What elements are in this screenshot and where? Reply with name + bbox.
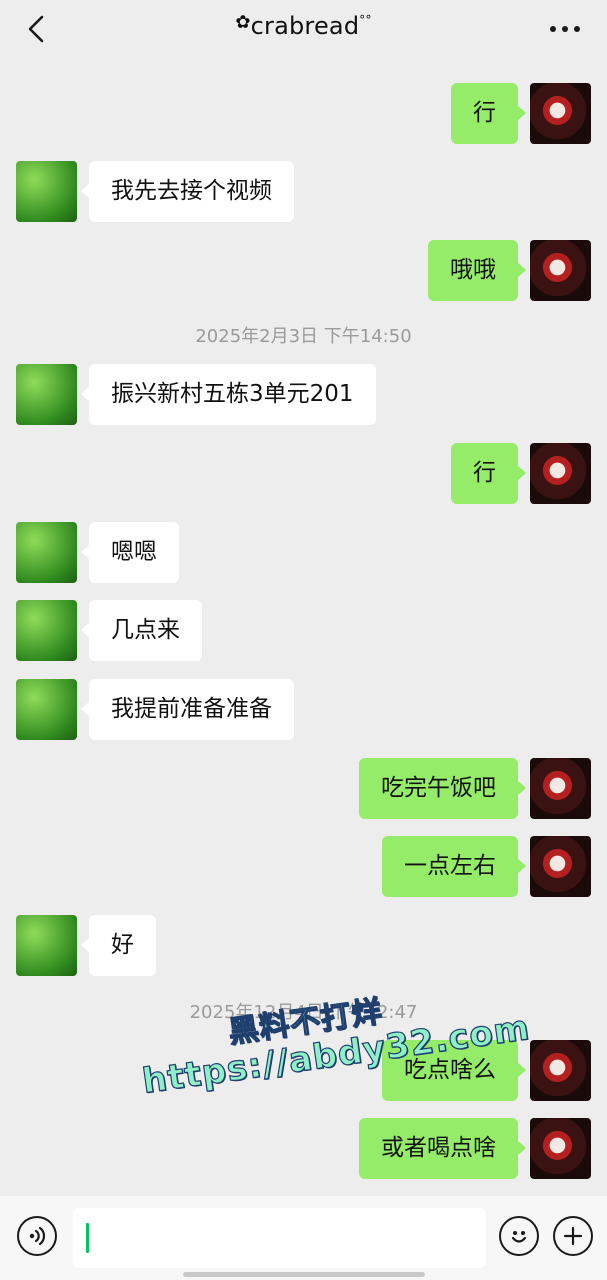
message-bubble[interactable]: 行 <box>451 83 526 144</box>
contact-avatar[interactable] <box>16 600 77 661</box>
message-bubble[interactable]: 哦哦 <box>428 240 526 301</box>
chat-area[interactable]: 行 我先去接个视频 哦哦 2025年2月3日 下午14:50 振兴新村五栋3单元… <box>0 58 607 1196</box>
message-bubble[interactable]: 振兴新村五栋3单元201 <box>81 364 376 425</box>
my-avatar[interactable] <box>530 1118 591 1179</box>
message-bubble[interactable]: 行 <box>451 443 526 504</box>
message-bubble[interactable]: 好 <box>81 915 156 976</box>
contact-avatar[interactable] <box>16 364 77 425</box>
my-avatar[interactable] <box>530 443 591 504</box>
voice-button[interactable] <box>17 1216 57 1256</box>
text-caret <box>86 1223 89 1253</box>
message-bubble[interactable]: 吃完午饭吧 <box>359 758 526 819</box>
message-bubble[interactable]: 一点左右 <box>382 836 526 897</box>
chat-header: ✿crabread°° <box>0 0 607 58</box>
chat-title-text: crabread <box>250 12 360 40</box>
message-bubble[interactable]: 嗯嗯 <box>81 522 179 583</box>
chat-title: ✿crabread°° <box>0 12 607 40</box>
voice-icon <box>29 1226 46 1246</box>
home-indicator[interactable] <box>183 1272 425 1277</box>
message-input[interactable] <box>73 1208 486 1268</box>
flower-icon: ✿ <box>235 12 251 33</box>
message-bubble[interactable]: 吃点啥么 <box>382 1040 526 1101</box>
contact-avatar[interactable] <box>16 915 77 976</box>
message-bubble[interactable]: 我提前准备准备 <box>81 679 294 740</box>
more-dots-icon <box>550 26 580 32</box>
plus-icon <box>563 1226 583 1246</box>
timestamp: 2025年2月3日 下午14:50 <box>195 326 412 347</box>
contact-avatar[interactable] <box>16 522 77 583</box>
message-bubble[interactable]: 或者喝点啥 <box>359 1118 526 1179</box>
input-bar <box>0 1196 607 1280</box>
contact-avatar[interactable] <box>16 161 77 222</box>
timestamp: 2025年12月4日 下午12:47 <box>189 1002 418 1023</box>
message-bubble[interactable]: 几点来 <box>81 600 202 661</box>
more-button[interactable] <box>547 16 583 42</box>
emoji-button[interactable] <box>499 1216 539 1256</box>
plus-button[interactable] <box>553 1216 593 1256</box>
my-avatar[interactable] <box>530 1040 591 1101</box>
message-bubble[interactable]: 我先去接个视频 <box>81 161 294 222</box>
my-avatar[interactable] <box>530 83 591 144</box>
my-avatar[interactable] <box>530 240 591 301</box>
dot-icon: °° <box>359 13 372 27</box>
my-avatar[interactable] <box>530 836 591 897</box>
emoji-icon <box>511 1231 527 1243</box>
contact-avatar[interactable] <box>16 679 77 740</box>
my-avatar[interactable] <box>530 758 591 819</box>
